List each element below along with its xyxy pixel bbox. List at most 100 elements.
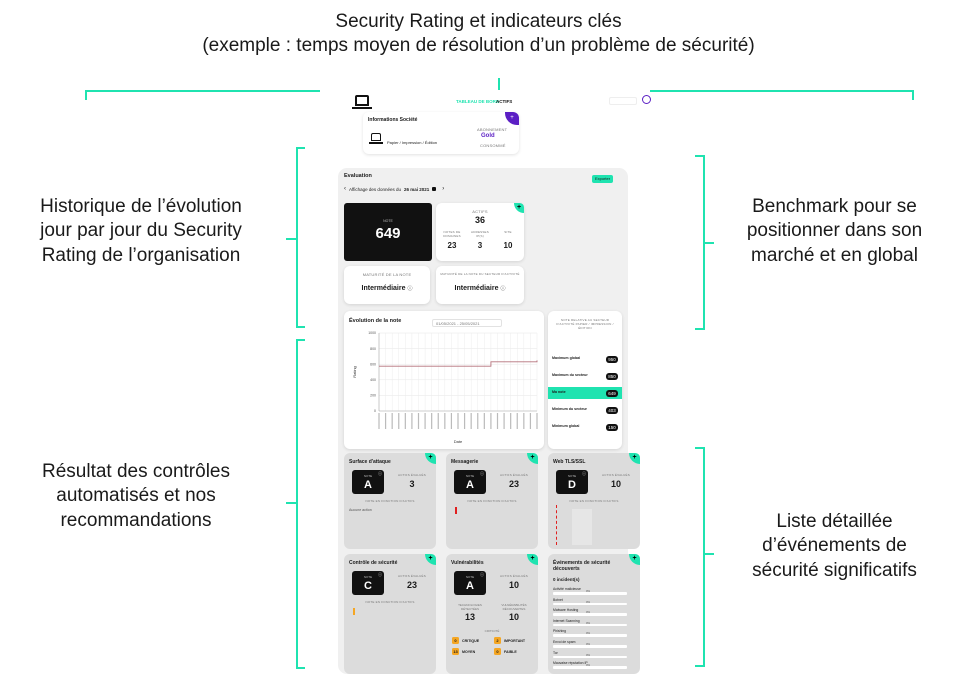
control-add-button[interactable]: + bbox=[425, 453, 436, 464]
export-button[interactable]: Exporter bbox=[592, 175, 613, 183]
annotation-controls-line3: recommandations bbox=[60, 509, 212, 531]
control-count-label: ACTIFS ÉVALUÉS bbox=[500, 574, 528, 578]
control-grade-bar bbox=[353, 608, 355, 615]
chart-xtick-label bbox=[536, 413, 538, 429]
control-count-value: 23 bbox=[406, 580, 417, 590]
control-card[interactable]: + Web TLS/SSL NOTE Dⓘ ACTIFS ÉVALUÉS 10 NOTE E… bbox=[548, 453, 640, 549]
stat3-label: SITE bbox=[504, 230, 512, 234]
company-card: Informations Société Papier / Impression… bbox=[363, 112, 519, 154]
date-value: 26 mai 2021 bbox=[403, 186, 430, 192]
vuln-count: 10 bbox=[508, 612, 519, 622]
assets-count: 36 bbox=[474, 215, 485, 225]
benchmark-row-value: 403 bbox=[606, 406, 618, 414]
annotation-benchmark-line2: positionner dans son bbox=[746, 220, 923, 242]
control-add-button[interactable]: + bbox=[527, 554, 538, 565]
calendar-icon[interactable] bbox=[432, 187, 437, 191]
control-card[interactable]: + Vulnérabilités NOTE Aⓘ ACTIFS ÉVALUÉS 10 TEC… bbox=[446, 554, 538, 674]
control-grade-value: A bbox=[466, 580, 474, 592]
chevron-right-icon[interactable]: › bbox=[442, 186, 444, 192]
control-grade-box: NOTE Cⓘ bbox=[352, 571, 384, 595]
control-count-label: ACTIFS ÉVALUÉS bbox=[602, 473, 630, 477]
score-card: NOTE 649 bbox=[344, 203, 432, 261]
sector-maturity-label: MATURITÉ DE LA NOTE DU SECTEUR D'ACTIVIT… bbox=[440, 272, 520, 276]
control-add-button[interactable]: + bbox=[425, 554, 436, 565]
event-item-label: Internet Scanning bbox=[553, 618, 580, 623]
chart-card: Évolution de la note 01/05/2021 - 25/05/… bbox=[344, 311, 544, 449]
event-item-value: 0% bbox=[586, 610, 591, 615]
tech-count: 13 bbox=[464, 612, 475, 622]
criticality-count: 0 bbox=[452, 637, 459, 644]
chart-xtick-label bbox=[457, 413, 459, 429]
annotation-history-line2: jour par jour du Security bbox=[40, 220, 242, 242]
criticality-count: 13 bbox=[452, 648, 459, 655]
events-add-button[interactable]: + bbox=[629, 554, 640, 565]
nav-assets[interactable]: ACTIFS bbox=[496, 99, 512, 104]
annotation-benchmark-line3: marché et en global bbox=[751, 244, 918, 266]
stat1-value: 23 bbox=[447, 241, 457, 250]
chart-ytick-label: 0 bbox=[374, 409, 376, 413]
topbar-search[interactable] bbox=[609, 97, 637, 105]
annotation-events: Liste détaillée d’événements de sécurité… bbox=[712, 510, 957, 583]
control-count-label: ACTIFS ÉVALUÉS bbox=[500, 473, 528, 477]
benchmark-row: Minimum global 150 bbox=[548, 421, 622, 433]
chart-xtick-label bbox=[411, 413, 413, 429]
date-prefix: Affichage des données du bbox=[349, 186, 401, 192]
chart-ylabel: Rating bbox=[352, 366, 357, 378]
control-card[interactable]: + Surface d'attaque NOTE Aⓘ ACTIFS ÉVALUÉS 3 N… bbox=[344, 453, 436, 549]
chevron-left-icon[interactable]: ‹ bbox=[344, 186, 346, 192]
chart-xtick-label bbox=[496, 413, 499, 429]
control-grade-bar bbox=[572, 509, 592, 545]
control-card[interactable]: + Contrôle de sécurité NOTE Cⓘ ACTIFS ÉVALUÉ… bbox=[344, 554, 436, 674]
annotation-history: Historique de l’évolution jour par jour … bbox=[0, 195, 282, 268]
annotation-controls: Résultat des contrôles automatisés et no… bbox=[5, 460, 267, 533]
control-add-button[interactable]: + bbox=[527, 453, 538, 464]
chart-xtick-label bbox=[477, 413, 479, 429]
info-icon[interactable]: ⓘ bbox=[582, 471, 586, 477]
chart-ytick-label: 800 bbox=[370, 347, 376, 351]
control-note: Aucune action bbox=[349, 508, 372, 512]
benchmark-row-label: Maximum du secteur bbox=[552, 373, 588, 377]
stat1-label: NOTES DE DOMAINES bbox=[443, 230, 461, 238]
event-item-value: 0% bbox=[586, 652, 591, 657]
chart-xtick-label bbox=[431, 413, 433, 429]
control-add-button[interactable]: + bbox=[629, 453, 640, 464]
criticality-label: FAIBLE bbox=[504, 649, 517, 654]
benchmark-row: Maximum global 950 bbox=[548, 353, 622, 365]
info-icon[interactable]: ⓘ bbox=[378, 572, 382, 578]
annotation-events-line1: Liste détaillée bbox=[776, 511, 893, 532]
control-grade-value: D bbox=[568, 479, 576, 491]
stat2-value: 3 bbox=[477, 241, 483, 250]
annotation-top: Security Rating et indicateurs clés (exe… bbox=[100, 10, 857, 59]
chart-xtick-label bbox=[404, 413, 406, 429]
chart-xtick-label bbox=[470, 413, 472, 429]
control-card[interactable]: + Messagerie NOTE Aⓘ ACTIFS ÉVALUÉS 23 NOTE EN… bbox=[446, 453, 538, 549]
criticality-label: MOYEN bbox=[462, 649, 476, 654]
annotation-benchmark-line1: Benchmark pour se bbox=[752, 196, 917, 217]
user-circle-icon[interactable] bbox=[642, 95, 651, 104]
chart-xtick-label bbox=[510, 413, 512, 429]
chart-xtick-label bbox=[417, 413, 420, 429]
control-subtitle: NOTE EN FONCTION D'ACTIFS bbox=[569, 499, 619, 503]
control-grade-box: NOTE Aⓘ bbox=[352, 470, 384, 494]
company-title: Informations Société bbox=[368, 117, 418, 123]
info-icon[interactable]: ⓘ bbox=[500, 286, 505, 292]
info-icon[interactable]: ⓘ bbox=[480, 471, 484, 477]
benchmark-row: Minimum du secteur 403 bbox=[548, 404, 622, 416]
event-item-label: Phishing bbox=[553, 629, 567, 634]
benchmark-row-value: 850 bbox=[606, 372, 618, 380]
nav-dashboard[interactable]: TABLEAU DE BORD bbox=[456, 99, 499, 104]
control-grade-value: A bbox=[364, 479, 372, 491]
sector-maturity-card: MATURITÉ DE LA NOTE DU SECTEUR D'ACTIVIT… bbox=[436, 266, 524, 304]
chart-ytick-label: 600 bbox=[370, 362, 376, 366]
company-edit-button[interactable]: + bbox=[505, 112, 519, 125]
info-icon[interactable]: ⓘ bbox=[378, 471, 382, 477]
control-grade-box: NOTE Dⓘ bbox=[556, 470, 588, 494]
benchmark-row-value: 649 bbox=[606, 389, 618, 397]
info-icon[interactable]: ⓘ bbox=[407, 286, 412, 292]
control-count-label: ACTIFS ÉVALUÉS bbox=[398, 574, 426, 578]
tech-label: TECHNOLOGIES DÉTECTÉES bbox=[458, 603, 482, 611]
info-icon[interactable]: ⓘ bbox=[480, 572, 484, 578]
logo[interactable] bbox=[352, 95, 372, 111]
chart-xtick-label bbox=[424, 413, 426, 429]
chart-xtick-label bbox=[483, 413, 485, 429]
